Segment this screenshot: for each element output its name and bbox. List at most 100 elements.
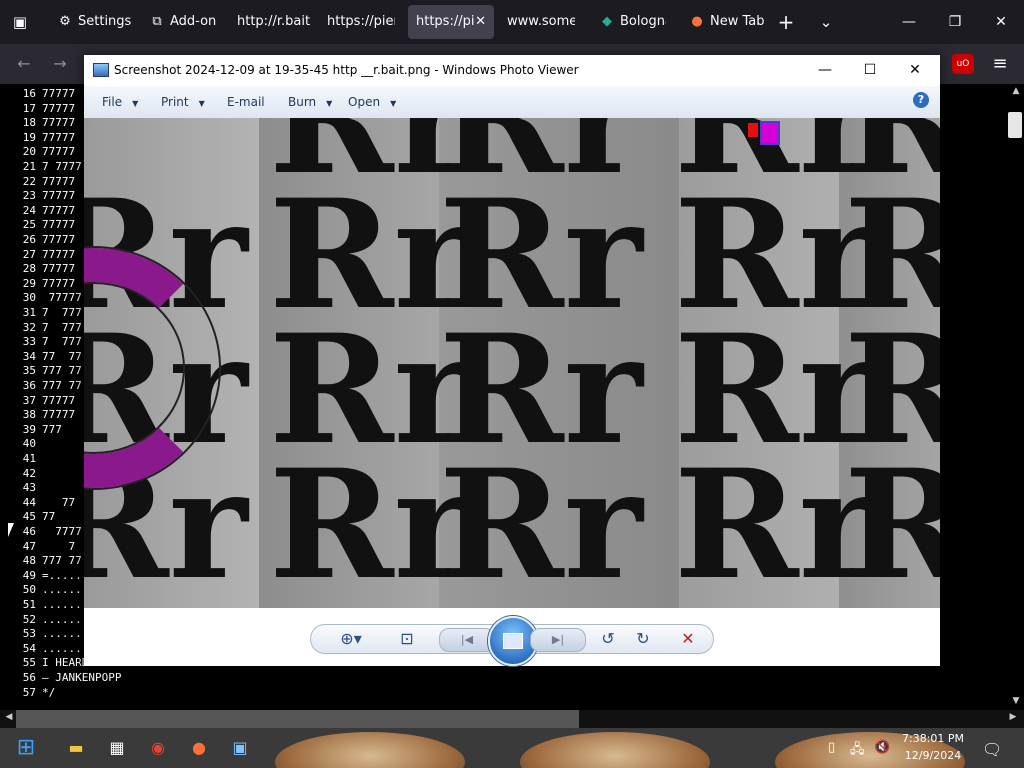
image-text-r: R <box>844 437 940 608</box>
zoom-icon[interactable]: ⊕▾ <box>334 628 368 650</box>
viewer-maximize-button[interactable]: ☐ <box>847 55 893 86</box>
horizontal-scrollbar-thumb[interactable] <box>16 710 579 728</box>
tab-overview-icon[interactable]: ▣ <box>8 10 32 34</box>
code-line: 41 <box>0 451 42 466</box>
line-text: 777 77 <box>42 379 82 392</box>
tab-add-ons[interactable]: ⧉Add-ons <box>140 5 216 39</box>
line-text: ...... <box>42 641 82 655</box>
line-text: — JANKENPOPP <box>42 671 122 684</box>
menu-burn[interactable]: Burn ▼ <box>288 86 332 120</box>
line-number: 19 <box>22 130 36 144</box>
line-number: 35 <box>22 364 36 378</box>
vertical-scrollbar-thumb[interactable] <box>1008 112 1022 138</box>
line-number: 57 <box>22 685 36 699</box>
windows-start-icon[interactable]: ⊞ <box>12 734 40 762</box>
tab-pien[interactable]: https://pien <box>319 5 395 39</box>
chrome-icon[interactable]: ◉ <box>144 734 172 762</box>
back-button[interactable]: ← <box>12 52 36 76</box>
browser-minimize-button[interactable]: — <box>886 0 932 44</box>
previous-button[interactable]: |◀ <box>439 628 495 652</box>
code-line: 19 77777 <box>0 130 75 145</box>
code-line: 34 77 77 <box>0 349 82 364</box>
line-text: 77777 <box>42 116 76 130</box>
line-text: 77777 <box>42 145 76 159</box>
list-tabs-button[interactable]: ⌄ <box>814 10 838 34</box>
delete-icon[interactable]: ✕ <box>674 628 702 650</box>
line-number: 18 <box>22 116 36 130</box>
line-number: 53 <box>22 627 36 641</box>
menu-file[interactable]: File ▼ <box>102 86 138 120</box>
taskbar: ⊞ ▬ ▦ ◉ ● ▣ ▯ 🖧 🔇 7:38:01 PM 12/9/2024 🗨 <box>0 728 1024 768</box>
code-line: 16 77777 <box>0 86 75 101</box>
ublock-extension-button[interactable]: uO <box>952 54 974 74</box>
line-text: 7 <box>42 539 76 553</box>
line-text: ...... <box>42 612 82 626</box>
file-explorer-icon[interactable]: ▬ <box>62 734 90 762</box>
viewer-close-button[interactable]: ✕ <box>892 55 938 86</box>
chevron-down-icon: ▼ <box>390 99 397 108</box>
scroll-left-icon[interactable]: ◀ <box>2 712 16 726</box>
line-text: ...... <box>42 583 82 597</box>
line-text: ...... <box>42 598 82 611</box>
menu-open[interactable]: Open ▼ <box>348 86 396 120</box>
code-line: 39 777 <box>0 422 62 437</box>
next-button[interactable]: ▶| <box>530 628 586 652</box>
line-number: 54 <box>22 641 36 655</box>
close-tab-icon[interactable]: ✕ <box>475 5 486 39</box>
new-tab-button[interactable]: + <box>774 10 798 34</box>
code-line: 22 77777 <box>0 174 75 189</box>
line-text: 777 <box>42 422 62 436</box>
menu-email[interactable]: E-mail <box>227 86 265 118</box>
line-number: 34 <box>22 349 36 363</box>
line-number: 32 <box>22 320 36 334</box>
actual-size-icon[interactable]: ⊡ <box>392 628 422 650</box>
line-number: 40 <box>22 437 36 451</box>
line-text: 7 777 <box>42 335 82 349</box>
magenta-pixel-block <box>760 121 780 145</box>
tab-bologna[interactable]: ◆Bologna <box>590 5 666 39</box>
browser-maximize-button[interactable]: ❐ <box>932 0 978 44</box>
clock-time[interactable]: 7:38:01 PM <box>893 732 973 745</box>
line-text: 777 77 <box>42 554 82 568</box>
browser-close-button[interactable]: ✕ <box>978 0 1024 44</box>
tab-somer[interactable]: www.somer <box>499 5 575 39</box>
line-number: 55 <box>22 656 36 670</box>
line-number: 17 <box>22 101 36 115</box>
tab-settings[interactable]: ⚙ Settings <box>48 5 132 39</box>
tab-new-tab[interactable]: ● New Tab <box>680 5 770 39</box>
tab-r-bait[interactable]: http://r.bait <box>229 5 313 39</box>
notifications-icon[interactable]: 🗨 <box>982 740 1002 759</box>
clock-date[interactable]: 12/9/2024 <box>893 749 973 762</box>
line-number: 33 <box>22 335 36 349</box>
photo-viewer-icon[interactable]: ▣ <box>226 734 254 762</box>
photo-viewer-title-bar[interactable]: Screenshot 2024-12-09 at 19-35-45 http _… <box>84 55 940 86</box>
line-number: 56 <box>22 671 36 684</box>
microsoft-store-icon[interactable]: ▦ <box>103 734 131 762</box>
scroll-down-icon[interactable]: ▼ <box>1008 696 1024 710</box>
line-text: 77777 <box>42 408 76 422</box>
help-icon[interactable]: ? <box>913 92 929 108</box>
line-number: 50 <box>22 583 36 597</box>
viewer-minimize-button[interactable]: — <box>802 55 848 86</box>
menu-print[interactable]: Print ▼ <box>161 86 205 120</box>
code-line: 24 77777 <box>0 203 75 218</box>
code-line: 44 77 <box>0 495 75 510</box>
scroll-up-icon[interactable]: ▲ <box>1008 86 1024 100</box>
vertical-scrollbar[interactable] <box>1008 84 1024 710</box>
code-line: 29 77777 <box>0 276 75 291</box>
line-number: 43 <box>22 481 36 495</box>
usb-icon[interactable]: ▯ <box>828 740 835 755</box>
rotate-ccw-icon[interactable]: ↺ <box>594 628 622 650</box>
code-line: 26 77777 <box>0 232 75 247</box>
scroll-right-icon[interactable]: ▶ <box>1006 712 1020 726</box>
network-icon[interactable]: 🖧 <box>850 740 865 762</box>
app-menu-button[interactable]: ≡ <box>988 52 1012 76</box>
rotate-cw-icon[interactable]: ↻ <box>629 628 657 650</box>
forward-button[interactable]: → <box>48 52 72 76</box>
tab-active[interactable]: https://pi ✕ <box>408 5 494 39</box>
line-text: 77777 <box>42 276 76 290</box>
code-line: 28 77777 <box>0 261 75 276</box>
firefox-icon[interactable]: ● <box>185 734 213 762</box>
volume-muted-icon[interactable]: 🔇 <box>874 740 890 755</box>
line-number: 48 <box>22 554 36 568</box>
